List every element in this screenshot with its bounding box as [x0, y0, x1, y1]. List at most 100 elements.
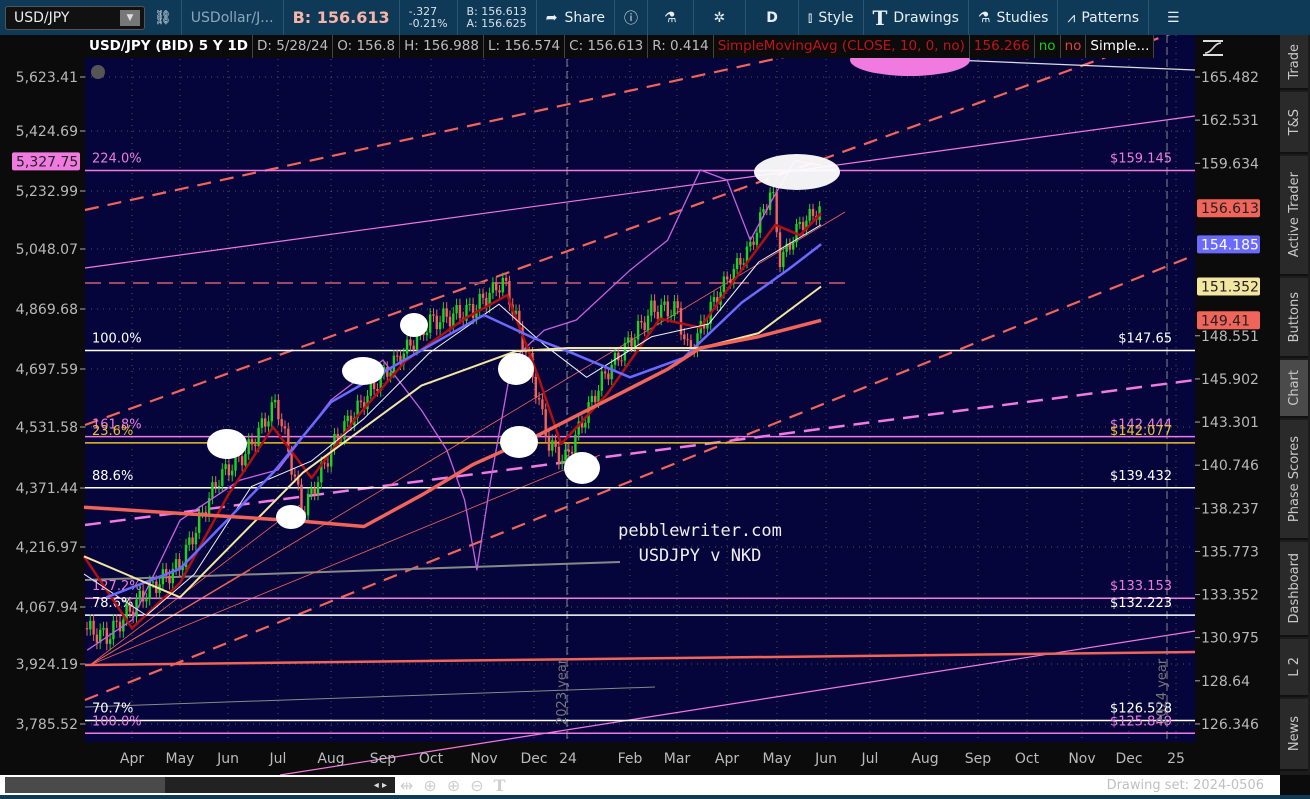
highlight-ellipse[interactable]: [498, 353, 534, 385]
drawings-button[interactable]: T Drawings: [864, 0, 969, 35]
side-tab-trade[interactable]: Trade: [1280, 35, 1308, 90]
candle-body: [570, 451, 574, 454]
expand-icon[interactable]: ⇹: [400, 776, 413, 795]
fib-price-label: $159.145: [1110, 152, 1172, 167]
x-tick-label: Nov: [1068, 751, 1095, 767]
candle-body: [438, 322, 442, 330]
side-tab-label: T&S: [1286, 108, 1302, 136]
candle-body: [666, 301, 669, 317]
pct-change: -0.21%: [408, 16, 448, 30]
side-tab-t-s[interactable]: T&S: [1280, 92, 1308, 154]
candle-body: [547, 436, 551, 451]
x-tick-label: Nov: [470, 751, 497, 767]
symbol-selector[interactable]: USD/JPY ▼: [5, 5, 145, 30]
side-tab-l-2[interactable]: L 2: [1280, 639, 1308, 697]
candle-body: [409, 339, 412, 346]
side-tabs: Trade T&S Active Trader Buttons Chart Phase S…: [1280, 35, 1310, 775]
highlight-ellipse[interactable]: [342, 357, 384, 385]
candle-body: [369, 382, 372, 396]
candle-body: [188, 537, 191, 545]
candle-body: [471, 304, 475, 318]
patterns-label: Patterns: [1081, 9, 1139, 26]
style-button[interactable]: ⫾ Style: [799, 0, 864, 35]
candle-body: [372, 382, 376, 390]
side-tab-active-trader[interactable]: Active Trader: [1280, 156, 1308, 276]
side-tab-chart[interactable]: Chart: [1280, 360, 1308, 418]
candle-body: [561, 460, 564, 464]
candle-body: [646, 315, 650, 331]
legend-low: L: 156.574: [484, 35, 566, 58]
scrollbar-thumb[interactable]: [5, 777, 165, 793]
drawing-set[interactable]: Drawing set: 2024-0506: [1107, 778, 1264, 793]
candle-body: [429, 314, 432, 333]
x-tick-label: Jul: [861, 751, 879, 767]
candle-body: [346, 415, 349, 422]
candle-body: [118, 621, 122, 632]
highlight-ellipse[interactable]: [276, 505, 306, 529]
highlight-ellipse[interactable]: [754, 154, 840, 190]
x-tick-label: 24: [559, 751, 577, 767]
candle-body: [254, 444, 257, 447]
candle-body: [145, 599, 148, 602]
studies-button[interactable]: ⚗ Studies: [969, 0, 1059, 35]
link-icon[interactable]: ⛓: [145, 0, 182, 35]
menu-button[interactable]: ☰: [1149, 0, 1198, 35]
candle-body: [247, 439, 250, 455]
candle-body: [584, 422, 587, 428]
x-tick-label: Feb: [618, 751, 643, 767]
text-icon[interactable]: T: [494, 776, 506, 795]
highlight-ellipse[interactable]: [400, 313, 428, 337]
candle-body: [792, 242, 795, 250]
highlight-ellipse[interactable]: [564, 452, 600, 484]
candle-body: [89, 620, 92, 630]
side-tab-news[interactable]: News: [1280, 699, 1308, 771]
price-marker-label: 149.41: [1201, 313, 1250, 329]
scroll-arrows[interactable]: ◂ ▸: [235, 777, 395, 793]
settings-button[interactable]: ✲: [694, 0, 747, 35]
style-label: Style: [818, 9, 854, 26]
zoom-in-icon[interactable]: ⊕: [447, 776, 460, 795]
candle-body: [640, 320, 643, 323]
plot-area[interactable]: [85, 35, 1195, 742]
candle-body: [425, 332, 429, 336]
fib-pct-label: 100.0%: [92, 714, 142, 729]
highlight-ellipse[interactable]: [207, 429, 247, 459]
left-axis-label: 5,623.41: [16, 70, 78, 86]
info-button[interactable]: ⓘ: [615, 0, 648, 35]
patterns-button[interactable]: ⩘ Patterns: [1058, 0, 1149, 35]
price-chart[interactable]: 224.0% $159.145100.0% $147.65161.8% $142.44…: [0, 35, 1280, 775]
chevron-down-icon[interactable]: ▼: [120, 9, 140, 26]
share-button[interactable]: ➦ Share: [537, 0, 615, 35]
left-axis-label: 4,531.58: [16, 420, 78, 436]
right-axis-label: 126.346: [1201, 717, 1259, 733]
side-tab-label: News: [1286, 716, 1302, 752]
candle-body: [240, 456, 244, 466]
side-tab-dashboard[interactable]: Dashboard: [1280, 542, 1308, 637]
zoom-out-icon[interactable]: ⊖: [470, 776, 483, 795]
candle-body: [201, 511, 204, 513]
flask-button[interactable]: ⚗: [648, 0, 694, 35]
candle-body: [749, 241, 752, 247]
patterns-icon: ⩘: [1067, 9, 1076, 26]
candle-body: [663, 301, 666, 305]
gear-icon: ✲: [713, 9, 726, 26]
side-tab-label: Phase Scores: [1286, 435, 1302, 523]
candle-body: [448, 316, 452, 327]
side-tab-buttons[interactable]: Buttons: [1280, 278, 1308, 358]
collapse-icon[interactable]: [91, 65, 105, 79]
crosshair-icon[interactable]: ⊕: [423, 776, 436, 795]
side-tab-phase-scores[interactable]: Phase Scores: [1280, 420, 1308, 540]
horizontal-scrollbar[interactable]: [5, 777, 235, 793]
period-button[interactable]: D: [746, 0, 799, 35]
candle-body: [306, 493, 310, 516]
legend-more[interactable]: Simple...: [1086, 35, 1155, 58]
candle-body: [432, 314, 435, 316]
candle-body: [405, 339, 409, 354]
share-label: Share: [564, 9, 605, 26]
legend-study[interactable]: SimpleMovingAvg (CLOSE, 10, 0, no): [714, 35, 970, 58]
bottom-bar: ◂ ▸ ⇹ ⊕ ⊕ ⊖ T Drawing set: 2024-0506: [0, 775, 1280, 795]
fib-price-label: $132.223: [1110, 596, 1172, 611]
highlight-ellipse[interactable]: [500, 426, 538, 458]
candle-body: [752, 241, 755, 245]
x-tick-label: May: [166, 751, 195, 767]
